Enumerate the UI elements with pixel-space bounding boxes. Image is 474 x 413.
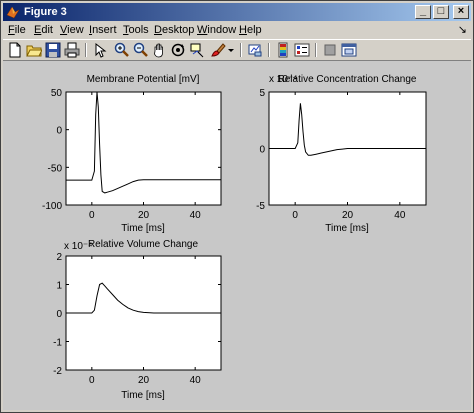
axes-membrane-potential[interactable]: Membrane Potential [mV] Time [ms] 0 20 40 -… — [42, 74, 222, 234]
link-plot-icon[interactable] — [247, 42, 263, 58]
toolbar-separator — [268, 43, 270, 57]
y-tick-label: -50 — [48, 163, 63, 174]
menu-insert[interactable]: Insert — [89, 24, 117, 37]
y-tick-label: 5 — [259, 88, 265, 99]
close-button[interactable]: × — [453, 5, 469, 19]
y-tick-label: -100 — [42, 201, 62, 212]
window-title: Figure 3 — [24, 6, 67, 18]
rotate-3d-icon[interactable] — [170, 42, 186, 58]
y-tick-label: 2 — [56, 252, 62, 263]
axes-title: Relative Volume Change — [88, 239, 199, 250]
x-tick-label: 40 — [394, 210, 406, 221]
new-file-icon[interactable] — [7, 42, 23, 58]
x-tick-label: 40 — [190, 375, 202, 386]
minimize-button[interactable]: _ — [415, 5, 431, 19]
y-tick-label: -2 — [53, 366, 62, 377]
axes-relative-concentration-change[interactable]: Relative Concentration Change x 10⁻⁴ Tim… — [256, 74, 427, 234]
axes-title: Relative Concentration Change — [278, 74, 417, 85]
menu-edit[interactable]: Edit — [34, 24, 53, 37]
y-tick-label: 0 — [56, 126, 62, 137]
print-icon[interactable] — [64, 42, 80, 58]
menu-bar: File Edit View Insert Tools Desktop Wind… — [3, 22, 471, 39]
axes-exponent-label: x 10⁻⁴ — [269, 74, 297, 85]
toolbar-separator — [315, 43, 317, 57]
x-tick-label: 20 — [138, 210, 150, 221]
menu-desktop[interactable]: Desktop — [154, 24, 194, 37]
x-tick-label: 40 — [190, 210, 202, 221]
show-plot-tools-icon[interactable] — [341, 42, 357, 58]
y-tick-label: 1 — [56, 281, 62, 292]
y-tick-label: -5 — [256, 201, 265, 212]
dock-figure-icon[interactable]: ↘ — [458, 23, 467, 36]
brush-icon[interactable] — [210, 42, 226, 58]
figure-canvas[interactable]: Membrane Potential [mV] Time [ms] 0 20 40-… — [3, 61, 471, 410]
save-icon[interactable] — [45, 42, 61, 58]
maximize-button[interactable]: □ — [433, 5, 449, 19]
axes-xlabel: Time [ms] — [325, 223, 369, 234]
select-arrow-icon[interactable] — [91, 42, 107, 58]
data-cursor-icon[interactable] — [189, 42, 205, 58]
y-tick-label: 50 — [51, 88, 63, 99]
figure-toolbar — [3, 39, 471, 61]
menu-help[interactable]: Help — [239, 24, 262, 37]
menu-window[interactable]: Window — [197, 24, 236, 37]
colorbar-icon[interactable] — [275, 42, 291, 58]
figure-window: Figure 3 _ □ × File Edit View Insert Too… — [0, 0, 474, 413]
axes-box — [65, 91, 222, 206]
axes-relative-volume-change[interactable]: Relative Volume Change x 10⁻⁴ Time [ms] … — [53, 239, 222, 401]
menu-file[interactable]: File — [8, 24, 26, 37]
x-tick-label: 20 — [342, 210, 354, 221]
legend-icon[interactable] — [294, 42, 310, 58]
y-tick-label: 0 — [56, 309, 62, 320]
axes-exponent-label: x 10⁻⁴ — [64, 241, 92, 252]
matlab-logo-icon — [6, 6, 20, 19]
hide-plot-tools-icon[interactable] — [322, 42, 338, 58]
title-bar[interactable]: Figure 3 _ □ × — [3, 3, 471, 21]
x-tick-label: 0 — [89, 375, 95, 386]
axes-xlabel: Time [ms] — [121, 390, 165, 401]
axes-title: Membrane Potential [mV] — [87, 74, 200, 85]
dropdown-arrow-icon[interactable] — [226, 42, 236, 58]
x-tick-label: 20 — [138, 375, 150, 386]
axes-xlabel: Time [ms] — [121, 223, 165, 234]
open-folder-icon[interactable] — [26, 42, 42, 58]
zoom-out-icon[interactable] — [132, 42, 148, 58]
menu-tools[interactable]: Tools — [123, 24, 149, 37]
y-tick-label: 0 — [259, 145, 265, 156]
pan-hand-icon[interactable] — [151, 42, 167, 58]
toolbar-separator — [85, 43, 87, 57]
plots-svg: Membrane Potential [mV] Time [ms] 0 20 40-… — [42, 74, 427, 401]
y-tick-label: -1 — [53, 338, 62, 349]
menu-view[interactable]: View — [60, 24, 84, 37]
x-tick-label: 0 — [89, 210, 95, 221]
toolbar-separator — [240, 43, 242, 57]
zoom-in-icon[interactable] — [113, 42, 129, 58]
x-tick-label: 0 — [292, 210, 298, 221]
